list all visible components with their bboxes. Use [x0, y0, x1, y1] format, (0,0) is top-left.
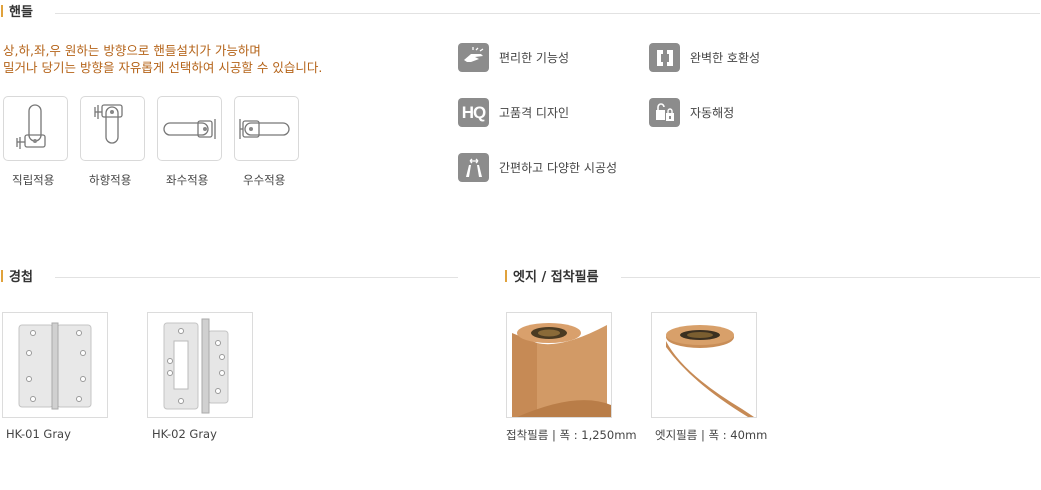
handle-description-line1: 상,하,좌,우 원하는 방향으로 핸들설치가 가능하며: [3, 43, 261, 58]
handle-description: 상,하,좌,우 원하는 방향으로 핸들설치가 가능하며 밀거나 당기는 방향을 …: [3, 42, 322, 76]
installation-arrows-icon: [458, 153, 489, 182]
handle-upright-icon: [16, 104, 46, 149]
hq-icon-text: HQ: [461, 102, 486, 122]
hinge-label: HK-01 Gray: [6, 427, 71, 441]
feature-label: 편리한 기능성: [499, 51, 570, 65]
handle-down-box: [80, 96, 145, 161]
handle-label: 직립적용: [12, 173, 55, 187]
feature-label: 간편하고 다양한 시공성: [499, 161, 618, 175]
section-divider: [54, 13, 1040, 14]
handle-label: 우수적용: [243, 173, 286, 187]
feature-installation: 간편하고 다양한 시공성: [458, 153, 617, 182]
compatibility-brackets-icon: [649, 43, 680, 72]
edge-film-roll-image: [666, 325, 754, 417]
hinge-section-header: 경첩: [1, 266, 458, 285]
section-accent-bar: [1, 4, 3, 17]
hq-icon: HQ: [458, 98, 489, 127]
adhesive-film-roll-image: [512, 323, 611, 417]
feature-compatibility: 완벽한 호환성: [649, 43, 760, 72]
handle-down-icon: [94, 104, 123, 144]
edge-film-box: [651, 312, 757, 418]
butt-hinge-image: [18, 322, 92, 410]
handle-section-title: 핸들: [9, 5, 33, 20]
handle-upright-box: [3, 96, 68, 161]
section-divider: [620, 276, 1040, 278]
hinge-hk02-box: [147, 312, 253, 418]
flush-hinge-image: [163, 318, 229, 414]
feature-convenience: 편리한 기능성: [458, 43, 569, 72]
handle-right-box: [234, 96, 299, 161]
feature-label: 고품격 디자인: [499, 106, 570, 120]
adhesive-film-label: 접착필름 | 폭 : 1,250mm: [506, 428, 637, 442]
handle-label: 하향적용: [89, 173, 132, 187]
handle-left-box: [157, 96, 222, 161]
feature-design: HQ 고품격 디자인: [458, 98, 569, 127]
handle-description-line2: 밀거나 당기는 방향을 자유롭게 선택하여 시공할 수 있습니다.: [3, 60, 323, 75]
feature-label: 완벽한 호환성: [690, 51, 761, 65]
edge-film-label: 엣지필름 | 폭 : 40mm: [655, 428, 768, 442]
hand-touch-icon: [458, 43, 489, 72]
feature-auto-unlock: 자동해정: [649, 98, 734, 127]
edge-section-title: 엣지 / 접착필름: [513, 270, 599, 285]
section-accent-bar: [505, 269, 507, 282]
hinge-section-title: 경첩: [9, 270, 33, 285]
auto-unlock-icon: [649, 98, 680, 127]
adhesive-film-box: [506, 312, 612, 418]
handle-right-icon: [239, 119, 290, 139]
hinge-label: HK-02 Gray: [152, 427, 217, 441]
edge-section-header: 엣지 / 접착필름: [505, 266, 1040, 285]
handle-label: 좌수적용: [166, 173, 209, 187]
section-accent-bar: [1, 269, 3, 282]
hinge-hk01-box: [2, 312, 108, 418]
section-divider: [54, 276, 458, 278]
handle-section-header: 핸들: [1, 1, 1040, 20]
feature-label: 자동해정: [690, 106, 735, 120]
handle-left-icon: [163, 119, 216, 139]
